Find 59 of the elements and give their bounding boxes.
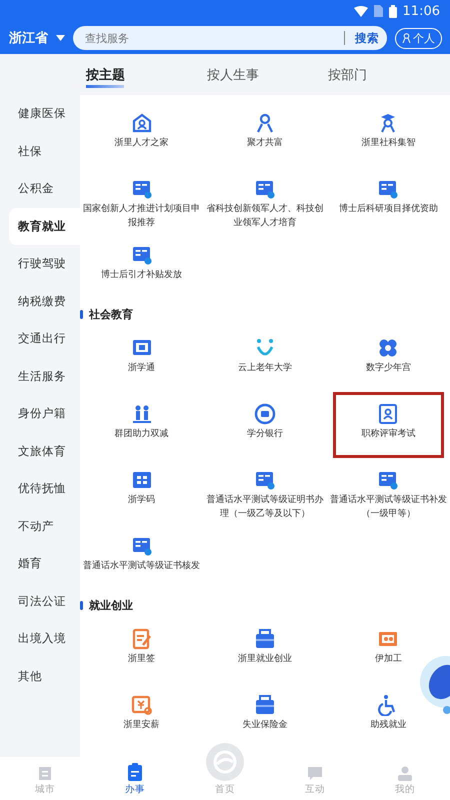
search-field[interactable]: 查找服务 搜索 — [73, 26, 387, 50]
wifi-icon — [354, 6, 368, 16]
open-book-icon — [254, 178, 276, 200]
no-sim-icon — [374, 5, 383, 17]
sidebar-item[interactable]: 纳税缴费 — [0, 282, 80, 320]
service-item[interactable]: 普通话水平测试等级证书核发 — [80, 530, 206, 590]
coin-icon — [254, 403, 276, 425]
sidebar-item[interactable]: 优待抚恤 — [0, 470, 80, 508]
tab[interactable]: 按人生事 — [207, 62, 328, 88]
grid-icon — [130, 469, 153, 491]
money-icon — [130, 694, 153, 716]
flower-icon — [377, 337, 400, 359]
sidebar-item[interactable]: 公积金 — [0, 170, 80, 208]
sidebar-item[interactable]: 交通出行 — [0, 320, 80, 358]
status-time: 11:06 — [402, 4, 440, 18]
open-book-icon — [130, 178, 153, 200]
sidebar-item[interactable]: 行驶驾驶 — [0, 245, 80, 282]
service-item[interactable]: 助残就业 — [324, 689, 450, 749]
section-title: 就业创业 — [89, 598, 133, 613]
open-book-icon — [377, 469, 400, 491]
person-icon — [402, 33, 411, 43]
service-item[interactable]: 浙里安薪 — [80, 689, 206, 749]
service-item[interactable]: 职称评审考试 — [332, 392, 444, 458]
id-card-icon — [377, 403, 400, 425]
sidebar-item[interactable]: 身份户籍 — [0, 395, 80, 432]
house-icon — [130, 112, 153, 134]
sidebar-item[interactable]: 健康医保 — [0, 95, 80, 132]
briefcase-icon — [254, 628, 276, 650]
section-marker — [80, 601, 83, 610]
sidebar-item[interactable]: 生活服务 — [0, 358, 80, 395]
sidebar-item[interactable]: 文旅体育 — [0, 432, 80, 470]
nav-tab[interactable]: 办事 — [90, 757, 180, 800]
sidebar-item[interactable]: 婚育 — [0, 545, 80, 582]
briefcase-icon — [254, 694, 276, 716]
user-icon — [397, 765, 413, 781]
open-book-icon — [130, 244, 153, 266]
chat-icon — [307, 765, 323, 781]
caret-icon[interactable] — [56, 35, 65, 41]
city-icon — [37, 765, 53, 781]
section-marker — [80, 310, 83, 319]
sidebar-item[interactable]: 不动产 — [0, 508, 80, 545]
clipboard-icon — [127, 763, 143, 781]
battery-icon — [388, 4, 397, 18]
section-title: 社会教育 — [89, 307, 133, 322]
children-icon — [130, 403, 153, 425]
sidebar-item[interactable]: 教育就业 — [9, 208, 80, 245]
notepad-icon — [130, 628, 153, 650]
region-selector[interactable]: 浙江省 — [9, 29, 48, 47]
sidebar-item[interactable]: 社保 — [0, 132, 80, 170]
search-button[interactable]: 搜索 — [351, 30, 383, 46]
open-book-icon — [130, 535, 153, 557]
sidebar-item[interactable]: 司法公证 — [0, 582, 80, 620]
open-book-icon — [377, 178, 400, 200]
sidebar-item[interactable]: 其他 — [0, 658, 80, 695]
open-book-icon — [254, 469, 276, 491]
sidebar-item[interactable]: 出境入境 — [0, 620, 80, 658]
tab[interactable]: 按部门 — [328, 62, 449, 88]
service-item[interactable]: 博士后引才补贴发放 — [80, 239, 206, 299]
personal-button[interactable]: 个人 — [395, 28, 442, 48]
